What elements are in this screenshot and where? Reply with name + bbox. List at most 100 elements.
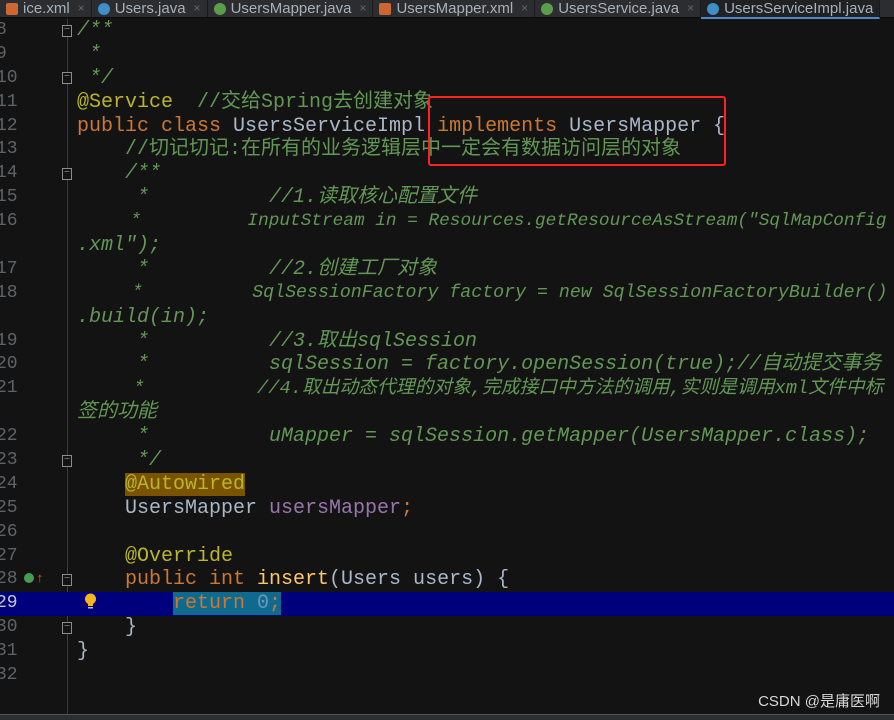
code-text: * //3.取出sqlSession (77, 330, 477, 354)
fold-toggle-icon[interactable]: − (62, 72, 72, 84)
code-text: @Autowired (77, 472, 246, 497)
code-line[interactable]: 28 public int insert(Users users) { (0, 568, 894, 592)
line-number: 16 (0, 211, 18, 232)
code-line[interactable]: 8 /** (0, 19, 894, 43)
code-text: */ (77, 67, 113, 91)
code-token: * SqlSessionFactory factory = new SqlSes… (77, 282, 888, 303)
code-text: * SqlSessionFactory factory = new SqlSes… (77, 282, 888, 306)
line-number: 26 (0, 521, 18, 542)
code-text: * //1.读取核心配置文件 (77, 186, 477, 210)
code-line[interactable]: 21 * //4.取出动态代理的对象,完成接口中方法的调用,实则是调用xml文件… (0, 377, 894, 401)
fold-toggle-icon[interactable]: − (62, 168, 72, 180)
line-number: 27 (0, 545, 18, 566)
code-token: @Autowired (125, 472, 246, 496)
line-number: 31 (0, 641, 18, 662)
code-line[interactable]: 27 @Override (0, 545, 894, 569)
code-line[interactable]: 签的功能 (0, 401, 894, 425)
class-icon (97, 2, 110, 15)
tab-users-java[interactable]: Users.java × (92, 0, 208, 17)
close-tab-icon[interactable]: × (194, 2, 201, 15)
code-token: * sqlSession = factory.openSession(true)… (77, 353, 882, 377)
code-text: * InputStream in = Resources.getResource… (77, 210, 886, 234)
line-number: 15 (0, 187, 18, 208)
line-number: 30 (0, 617, 18, 638)
code-line[interactable]: 20 * sqlSession = factory.openSession(tr… (0, 353, 894, 377)
tab-label: Users.java (114, 0, 186, 17)
line-number: 12 (0, 115, 18, 136)
line-number: 32 (0, 665, 18, 686)
code-text: .build(in); (77, 306, 209, 330)
line-number: 21 (0, 378, 18, 399)
close-tab-icon[interactable]: × (687, 2, 694, 15)
code-token: /** (77, 162, 162, 186)
close-tab-icon[interactable]: × (78, 2, 85, 15)
code-line[interactable]: 23 */ (0, 449, 894, 473)
tab-usersmapper-xml[interactable]: UsersMapper.xml × (373, 0, 536, 17)
line-number: 29 (0, 593, 18, 614)
code-text: * sqlSession = factory.openSession(true)… (77, 353, 881, 377)
code-line[interactable]: 32 (0, 664, 894, 688)
code-line[interactable]: .xml"); (0, 234, 894, 258)
tab-usersservice-java[interactable]: UsersService.java × (535, 0, 702, 17)
code-line[interactable]: 9 * (0, 43, 894, 67)
fold-toggle-icon[interactable]: − (62, 455, 72, 467)
close-tab-icon[interactable]: × (359, 2, 366, 15)
code-token: public int (77, 568, 258, 592)
line-number: 22 (0, 426, 18, 447)
code-line[interactable]: 30 } (0, 616, 894, 640)
code-token: 0 (257, 592, 270, 616)
code-token: * //4.取出动态代理的对象,完成接口中方法的调用,实则是调用xml文件中标 (77, 377, 884, 400)
code-token: * //2.创建工厂对象 (77, 257, 438, 281)
line-number: 18 (0, 282, 18, 303)
code-token: */ (77, 449, 162, 473)
lightbulb-icon[interactable] (84, 593, 97, 610)
code-token: * uMapper = sqlSession.getMapper(UsersMa… (77, 425, 870, 449)
code-line[interactable]: 19 * //3.取出sqlSession (0, 330, 894, 354)
line-number: 20 (0, 354, 18, 375)
interface-icon (541, 2, 554, 15)
code-token: usersMapper (269, 496, 402, 520)
code-line[interactable]: 15 * //1.读取核心配置文件 (0, 186, 894, 210)
tab-usersmapper-java[interactable]: UsersMapper.java × (208, 0, 374, 17)
code-line[interactable]: 29 return 0; (0, 592, 894, 617)
code-line[interactable]: 17 * //2.创建工厂对象 (0, 258, 894, 282)
code-line[interactable]: 24 @Autowired (0, 472, 894, 497)
line-number: 23 (0, 450, 18, 471)
code-text: UsersMapper usersMapper; (77, 497, 413, 521)
code-line[interactable]: 16 * InputStream in = Resources.getResou… (0, 210, 894, 234)
fold-toggle-icon[interactable]: − (62, 622, 72, 634)
code-line[interactable]: .build(in); (0, 306, 894, 330)
line-number: 14 (0, 163, 18, 184)
override-arrow-icon[interactable]: ↑ (36, 571, 44, 586)
code-text: */ (77, 449, 161, 473)
tab-usersserviceimpl-java[interactable]: UsersServiceImpl.java (701, 0, 881, 19)
line-number: 24 (0, 473, 18, 494)
fold-toggle-icon[interactable]: − (62, 574, 72, 586)
implements-method-icon[interactable] (24, 573, 34, 583)
code-token: //交给Spring去创建对象 (173, 90, 434, 114)
tab-ice-xml[interactable]: ice.xml × (0, 0, 92, 17)
code-token: ; (401, 496, 414, 520)
code-line[interactable]: 26 (0, 521, 894, 545)
code-line[interactable]: 22 * uMapper = sqlSession.getMapper(User… (0, 425, 894, 449)
code-token: ; (269, 592, 282, 616)
code-line[interactable]: 31} (0, 640, 894, 664)
fold-toggle-icon[interactable]: − (62, 25, 72, 37)
line-number: 9 (0, 43, 7, 64)
code-token: .build(in); (77, 305, 210, 329)
code-line[interactable]: 25 UsersMapper usersMapper; (0, 497, 894, 521)
watermark: CSDN @是庸医啊 (758, 693, 880, 710)
code-token: insert (257, 568, 330, 592)
line-number: 8 (0, 20, 7, 40)
code-line[interactable]: 10 */ (0, 67, 894, 91)
code-token: UsersServiceImpl (233, 114, 438, 138)
xml-file-icon (379, 2, 392, 15)
line-number: 10 (0, 67, 18, 88)
code-text: public int insert(Users users) { (77, 568, 509, 592)
code-text: @Service //交给Spring去创建对象 (77, 91, 433, 115)
code-text: /** (77, 19, 113, 43)
close-tab-icon[interactable]: × (521, 2, 528, 15)
code-line[interactable]: 18 * SqlSessionFactory factory = new Sql… (0, 282, 894, 306)
code-token: @Override (77, 544, 234, 568)
